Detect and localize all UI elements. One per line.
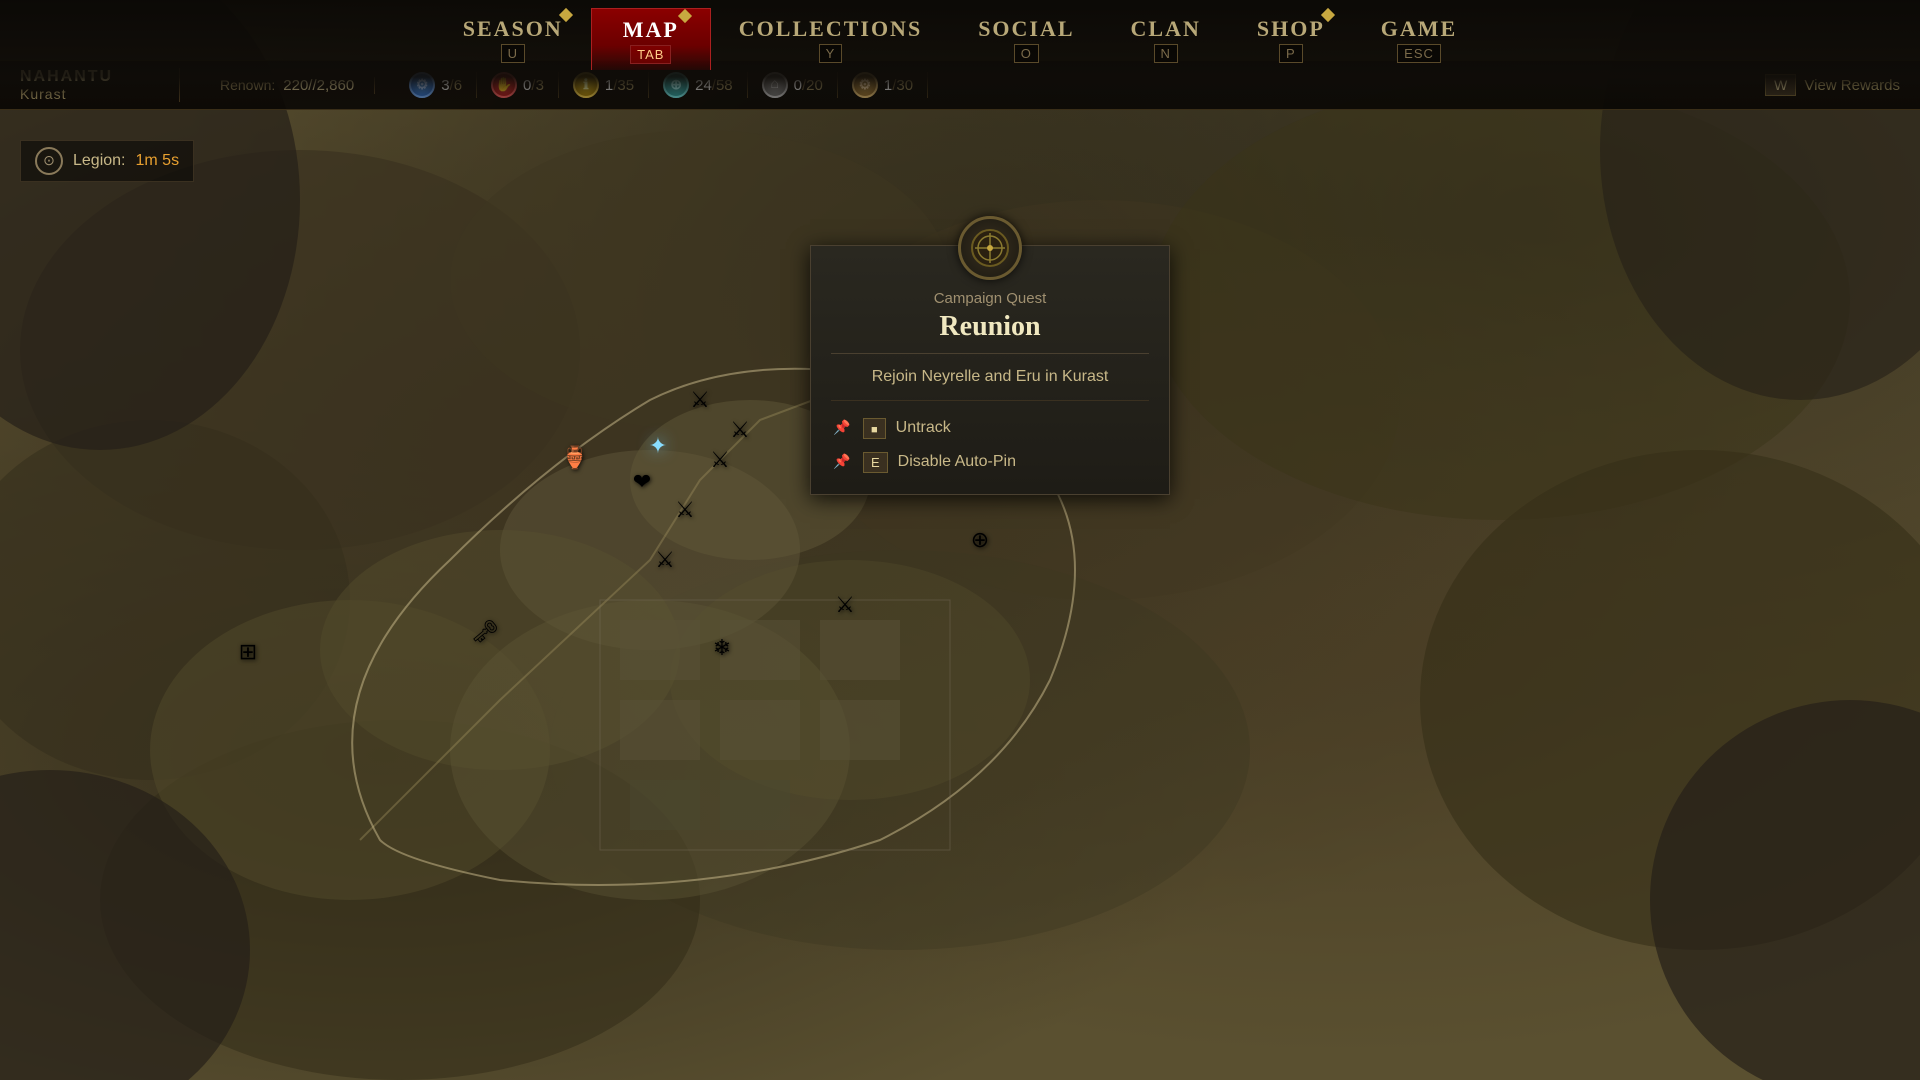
quest-content: Campaign Quest Reunion Rejoin Neyrelle a…: [811, 290, 1169, 494]
quest-icon-area: [811, 216, 1169, 280]
collections-key: Y: [819, 44, 843, 63]
quest-description: Rejoin Neyrelle and Eru in Kurast: [831, 366, 1149, 388]
terrain-svg: [0, 0, 1920, 1080]
game-key: ESC: [1397, 44, 1441, 63]
quest-action-0[interactable]: 📌 ■ Untrack: [831, 411, 1149, 445]
social-key: O: [1014, 44, 1039, 63]
map-icon-group3[interactable]: ⚔: [710, 447, 730, 473]
quest-action-0-key: ■: [863, 418, 886, 439]
quest-action-1-key: E: [863, 452, 888, 473]
clan-label: CLAN: [1131, 16, 1201, 42]
season-key: U: [501, 44, 525, 63]
map-icon-dungeon2[interactable]: ❄: [713, 635, 731, 661]
map-icon-npc2[interactable]: ❤: [633, 469, 651, 495]
shop-key: P: [1279, 44, 1303, 63]
quest-action-0-label: Untrack: [896, 419, 951, 437]
map-icon-group4[interactable]: ⚔: [675, 497, 695, 523]
nav-tab-map[interactable]: MAP TAB: [591, 8, 711, 70]
game-label: GAME: [1381, 16, 1457, 42]
nav-tab-collections[interactable]: COLLECTIONS Y: [711, 8, 950, 69]
quest-name: Reunion: [831, 311, 1149, 343]
map-icon-group2[interactable]: ⚔: [730, 417, 750, 443]
map-icon-group1[interactable]: ⚔: [690, 387, 710, 413]
map-icon-npc1[interactable]: 🏺: [561, 445, 588, 471]
legion-icon: ⊙: [35, 147, 63, 175]
map-background: [0, 0, 1920, 1080]
map-label: MAP: [623, 17, 679, 43]
nav-tabs: SEASON U MAP TAB COLLECTIONS Y SOCIAL O CLAN N SHO…: [435, 8, 1486, 70]
shop-label: SHOP: [1257, 16, 1325, 42]
map-diamond-icon: [678, 9, 692, 23]
quest-type: Campaign Quest: [831, 290, 1149, 307]
clan-key: N: [1154, 44, 1178, 63]
season-label: SEASON: [463, 16, 563, 42]
legion-time: 1m 5s: [136, 152, 180, 170]
map-icon-waypoint[interactable]: ⊞: [239, 639, 257, 665]
collections-label: COLLECTIONS: [739, 16, 922, 42]
quest-action-0-icon: 📌: [831, 417, 853, 439]
map-icon-dungeon1[interactable]: 🗝: [471, 619, 499, 645]
quest-action-1-icon: 📌: [831, 451, 853, 473]
navigation-bar: SEASON U MAP TAB COLLECTIONS Y SOCIAL O CLAN N SHO…: [0, 0, 1920, 110]
social-label: SOCIAL: [978, 16, 1074, 42]
quest-action-1[interactable]: 📌 E Disable Auto-Pin: [831, 445, 1149, 479]
nav-tab-season[interactable]: SEASON U: [435, 8, 591, 69]
nav-tab-social[interactable]: SOCIAL O: [950, 8, 1102, 69]
quest-action-1-label: Disable Auto-Pin: [898, 453, 1016, 471]
quest-main-icon: [958, 216, 1022, 280]
legion-timer: ⊙ Legion: 1m 5s: [20, 140, 194, 182]
map-icon-enemy1[interactable]: ⚔: [835, 592, 855, 618]
legion-label: Legion:: [73, 152, 126, 170]
map-icon-quest2[interactable]: ⊕: [971, 527, 989, 553]
map-key: TAB: [630, 45, 671, 64]
quest-actions: 📌 ■ Untrack 📌 E Disable Auto-Pin: [831, 400, 1149, 479]
nav-tab-clan[interactable]: CLAN N: [1103, 8, 1229, 69]
map-icon-player[interactable]: ✦: [649, 433, 667, 459]
map-icon-group5[interactable]: ⚔: [655, 547, 675, 573]
quest-divider: [831, 353, 1149, 354]
nav-tab-shop[interactable]: SHOP P: [1229, 8, 1353, 69]
nav-tab-game[interactable]: GAME ESC: [1353, 8, 1485, 69]
quest-tooltip: Campaign Quest Reunion Rejoin Neyrelle a…: [810, 245, 1170, 495]
